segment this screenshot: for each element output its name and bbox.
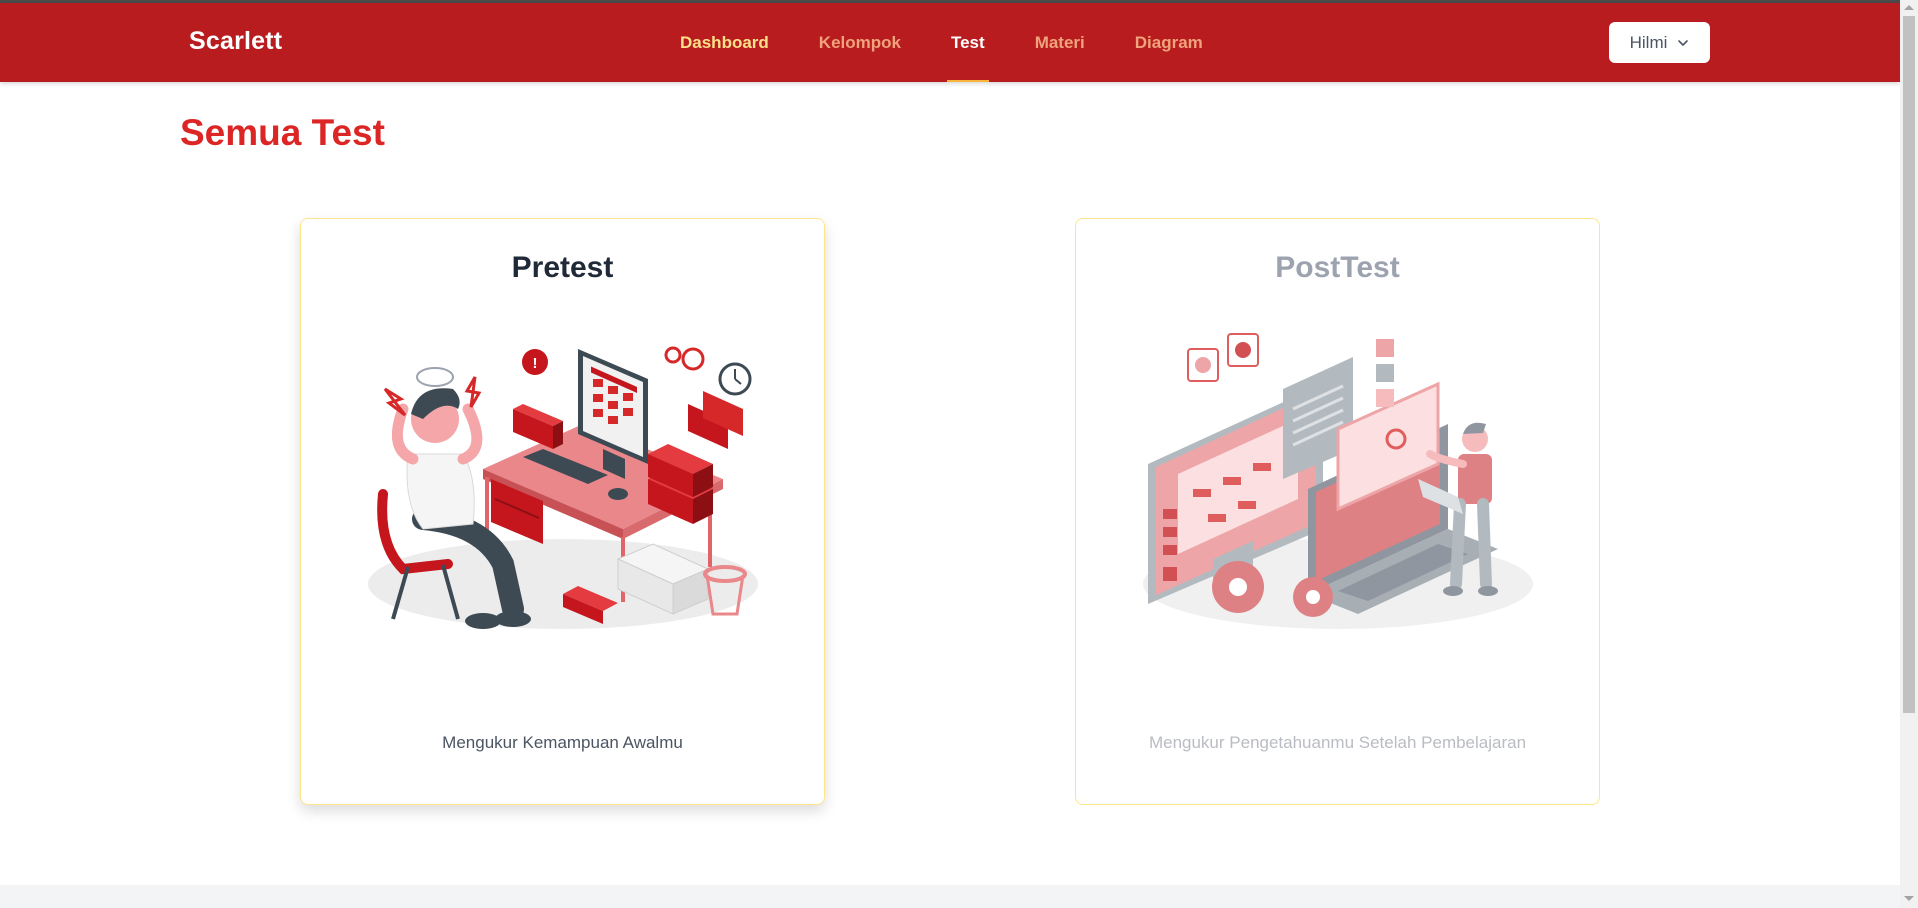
developer-with-screens-illustration [1143,333,1533,629]
scroll-down-arrow-icon[interactable] [1904,896,1914,901]
page-title: Semua Test [180,112,385,153]
footer-strip [0,885,1900,908]
posttest-card[interactable]: PostTest Mengukur Pengetahuanmu Setelah … [1075,218,1600,805]
pretest-title: Pretest [511,251,614,284]
user-menu-button[interactable]: Hilmi [1609,22,1710,63]
brand-logo[interactable]: Scarlett [189,27,282,56]
chevron-down-icon [1678,39,1689,46]
nav-dashboard[interactable]: Dashboard [680,3,769,82]
page: Scarlett Dashboard Kelompok Test Materi … [0,0,1918,908]
scrollbar-thumb[interactable] [1903,16,1915,713]
nav-kelompok[interactable]: Kelompok [819,3,901,82]
svg-text:!: ! [533,355,538,372]
posttest-title: PostTest [1275,251,1400,284]
pretest-description: Mengukur Kemampuan Awalmu [442,733,683,752]
user-name: Hilmi [1629,32,1668,52]
vertical-scrollbar[interactable] [1900,0,1918,908]
nav-materi[interactable]: Materi [1035,3,1085,82]
navbar: Scarlett Dashboard Kelompok Test Materi … [0,3,1900,82]
nav-links: Dashboard Kelompok Test Materi Diagram [680,3,1253,82]
pretest-card[interactable]: Pretest ! Mengukur Kemampuan Awalmu [300,218,825,805]
scroll-up-arrow-icon[interactable] [1904,5,1914,10]
nav-diagram[interactable]: Diagram [1135,3,1203,82]
stressed-person-at-desk-illustration: ! [368,346,758,629]
nav-test[interactable]: Test [947,3,989,82]
posttest-description: Mengukur Pengetahuanmu Setelah Pembelaja… [1148,733,1527,752]
